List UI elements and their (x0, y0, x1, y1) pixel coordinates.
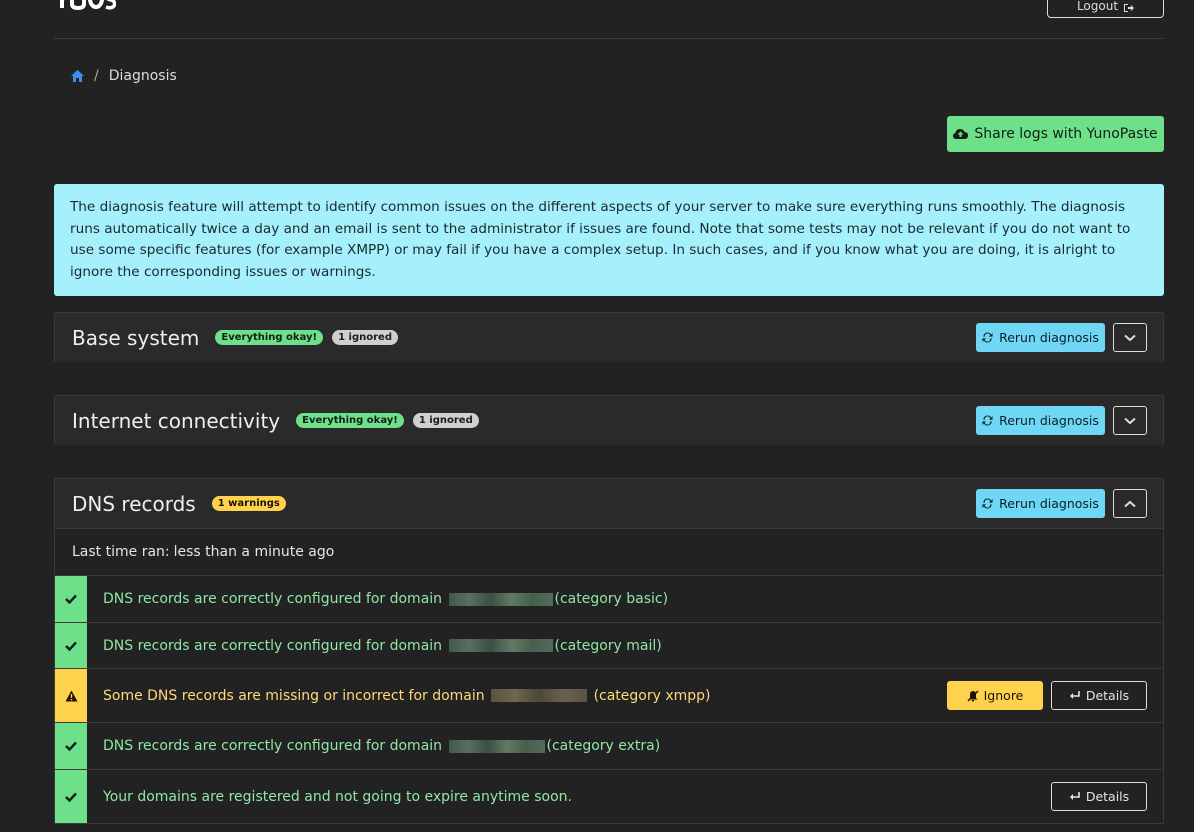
chevron-up-icon (1124, 500, 1136, 507)
share-logs-label: Share logs with YunoPaste (974, 126, 1158, 142)
card-header: Internet connectivity Everything okay! 1… (55, 396, 1163, 445)
diagnosis-info-alert: The diagnosis feature will attempt to id… (54, 184, 1164, 296)
category-card-dns-records: DNS records 1 warnings Rerun diagnosis L… (54, 478, 1164, 824)
expand-toggle-button[interactable] (1113, 406, 1147, 435)
card-header: DNS records 1 warnings Rerun diagnosis (55, 479, 1163, 528)
message-prefix: DNS records are correctly configured for… (103, 591, 443, 607)
expand-toggle-button[interactable] (1113, 323, 1147, 352)
bell-slash-icon (967, 690, 979, 701)
last-ran-info: Last time ran: less than a minute ago (55, 528, 1163, 575)
diagnosis-item: DNS records are correctly configured for… (55, 722, 1163, 769)
diagnosis-item: DNS records are correctly configured for… (55, 622, 1163, 668)
warning-icon (65, 690, 77, 701)
message-suffix: (category mail) (554, 637, 662, 654)
check-icon (65, 641, 77, 651)
status-stripe (55, 669, 87, 722)
status-stripe (55, 623, 87, 668)
status-badge-ignored: 1 ignored (332, 330, 398, 345)
diagnosis-message: Your domains are registered and not goin… (103, 788, 572, 805)
chevron-down-icon (1124, 334, 1136, 341)
logout-button[interactable]: Logout (1047, 0, 1164, 18)
rerun-label: Rerun diagnosis (999, 413, 1099, 428)
top-bar: Logout (54, 0, 1164, 39)
details-label: Details (1085, 688, 1130, 703)
share-logs-button[interactable]: Share logs with YunoPaste (947, 116, 1164, 152)
breadcrumb-current: Diagnosis (108, 68, 177, 84)
rerun-diagnosis-button[interactable]: Rerun diagnosis (976, 489, 1105, 518)
redacted-domain (448, 639, 553, 652)
details-button[interactable]: Details (1051, 782, 1147, 811)
message-prefix: DNS records are correctly configured for… (103, 637, 443, 654)
level-down-icon (1069, 691, 1080, 699)
message-suffix: (category basic) (554, 591, 669, 607)
sign-out-icon (1124, 4, 1135, 12)
refresh-icon (982, 498, 993, 509)
status-stripe (55, 723, 87, 769)
message-prefix: Some DNS records are missing or incorrec… (103, 687, 485, 704)
cloud-upload-icon (953, 129, 969, 139)
chevron-down-icon (1124, 417, 1136, 424)
yunohost-logo-icon (59, 0, 116, 10)
refresh-icon (982, 332, 993, 343)
status-badge-warning: 1 warnings (211, 496, 286, 511)
collapse-toggle-button[interactable] (1113, 489, 1147, 518)
details-label: Details (1085, 789, 1130, 804)
redacted-domain (448, 739, 545, 753)
check-icon (65, 741, 77, 751)
message-suffix: (category xmpp) (593, 687, 711, 704)
home-icon[interactable] (71, 70, 84, 82)
breadcrumb-separator: / (94, 68, 99, 84)
rerun-diagnosis-button[interactable]: Rerun diagnosis (976, 406, 1105, 435)
rerun-label: Rerun diagnosis (999, 496, 1099, 511)
message-prefix: DNS records are correctly configured for… (103, 738, 443, 754)
level-down-icon (1069, 792, 1080, 800)
status-badge-ok: Everything okay! (215, 330, 324, 345)
check-icon (65, 792, 77, 802)
logout-label: Logout (1076, 0, 1119, 13)
last-ran-label: Last time ran: (72, 544, 170, 560)
card-header: Base system Everything okay! 1 ignored R… (55, 313, 1163, 362)
rerun-label: Rerun diagnosis (999, 330, 1099, 345)
card-title: DNS records (72, 491, 196, 516)
status-stripe (55, 770, 87, 823)
diagnosis-message: Some DNS records are missing or incorrec… (103, 688, 711, 704)
card-title: Base system (72, 325, 200, 350)
last-ran-value: less than a minute ago (173, 544, 335, 560)
diagnosis-item: Your domains are registered and not goin… (55, 769, 1163, 823)
ignore-label: Ignore (983, 688, 1024, 703)
diagnosis-message: DNS records are correctly configured for… (103, 591, 668, 607)
status-badge-ignored: 1 ignored (412, 413, 479, 428)
diagnosis-message: DNS records are correctly configured for… (103, 738, 660, 754)
status-stripe (55, 576, 87, 622)
status-badge-ok: Everything okay! (296, 413, 404, 428)
rerun-diagnosis-button[interactable]: Rerun diagnosis (976, 323, 1105, 352)
refresh-icon (982, 415, 993, 426)
diagnosis-item: DNS records are correctly configured for… (55, 575, 1163, 622)
info-text: The diagnosis feature will attempt to id… (70, 199, 1131, 280)
diagnosis-message: DNS records are correctly configured for… (103, 638, 662, 654)
redacted-domain (448, 592, 553, 606)
ignore-button[interactable]: Ignore (947, 681, 1043, 710)
message-suffix: (category extra) (546, 738, 661, 754)
card-title: Internet connectivity (72, 408, 281, 433)
details-button[interactable]: Details (1051, 681, 1147, 710)
diagnosis-item: Some DNS records are missing or incorrec… (55, 668, 1163, 722)
check-icon (65, 594, 77, 604)
logo[interactable] (54, 0, 116, 10)
redacted-domain (491, 689, 588, 702)
category-card-internet-connectivity: Internet connectivity Everything okay! 1… (54, 395, 1164, 445)
category-card-base-system: Base system Everything okay! 1 ignored R… (54, 312, 1164, 362)
breadcrumb: / Diagnosis (71, 68, 177, 84)
